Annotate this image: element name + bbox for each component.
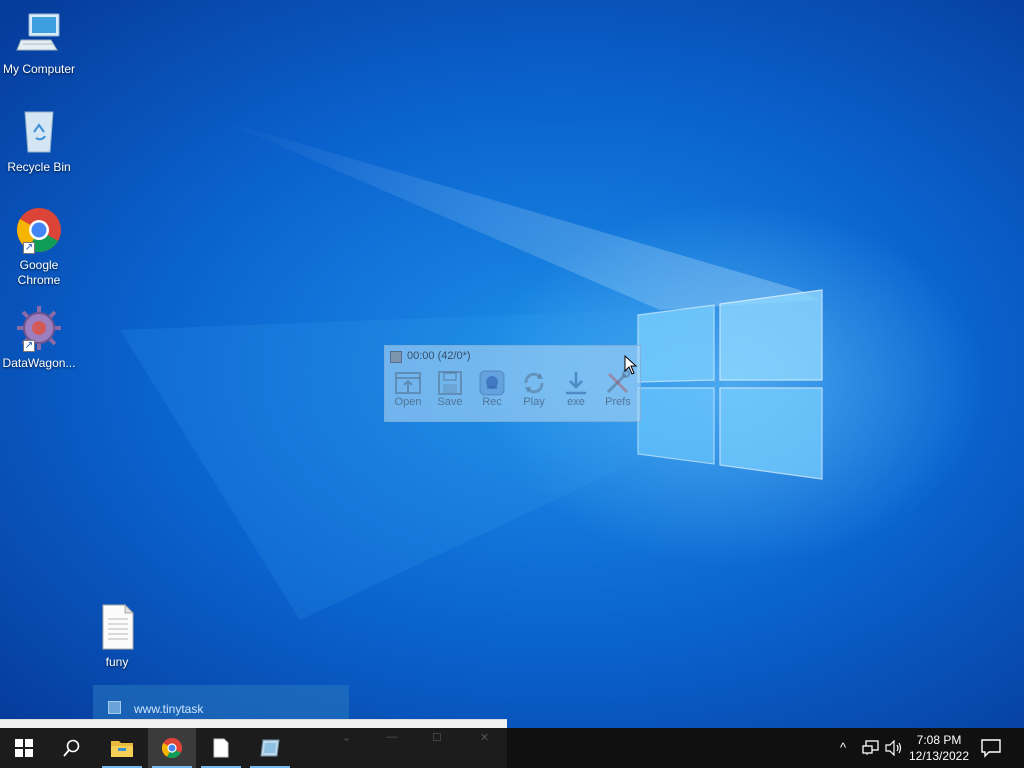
- chrome-icon: [161, 737, 183, 759]
- maximize-icon: ☐: [432, 732, 442, 744]
- desktop-icon-label: Google Chrome: [17, 258, 61, 287]
- desktop-icon-google-chrome[interactable]: ↗ Google Chrome: [0, 206, 78, 288]
- open-button[interactable]: Open: [387, 368, 429, 420]
- text-file-icon: [93, 603, 141, 651]
- shortcut-arrow-icon: ↗: [23, 340, 35, 352]
- taskbar-tinytask[interactable]: [246, 728, 294, 768]
- windows-start-icon: [15, 739, 33, 757]
- prefs-button[interactable]: Prefs: [597, 368, 639, 420]
- chevron-down-icon: ⌄: [342, 732, 352, 744]
- desktop[interactable]: My Computer Recycle Bin ↗ Google Chrome: [0, 0, 1024, 728]
- start-button[interactable]: [0, 728, 48, 768]
- window-edge-strip: [0, 719, 507, 728]
- open-label: Open: [394, 396, 422, 408]
- desktop-icon-recycle-bin[interactable]: Recycle Bin: [0, 108, 78, 175]
- save-icon: [438, 371, 462, 395]
- recycle-bin-icon: [15, 108, 63, 156]
- desktop-icon-label: My Computer: [2, 62, 76, 76]
- computer-icon: [15, 10, 63, 58]
- play-button[interactable]: Play: [513, 368, 555, 420]
- compile-exe-button[interactable]: exe: [555, 368, 597, 420]
- tinytask-app-icon: [390, 351, 402, 363]
- search-button[interactable]: [48, 728, 96, 768]
- open-icon: [395, 372, 421, 394]
- desktop-icon-label: Recycle Bin: [7, 160, 71, 174]
- preview-title: www.tinytask: [134, 702, 204, 716]
- system-clock[interactable]: 7:08 PM 12/13/2022: [906, 732, 972, 764]
- exe-label: exe: [567, 396, 585, 408]
- desktop-icon-label: DataWagon...: [2, 356, 76, 370]
- desktop-icon-datawagon[interactable]: ↗ DataWagon...: [0, 304, 78, 371]
- folder-icon: [111, 741, 133, 757]
- minimize-icon: —: [386, 731, 397, 743]
- prefs-label: Prefs: [605, 396, 631, 408]
- compile-exe-icon: [566, 372, 586, 395]
- action-center-icon[interactable]: [980, 738, 1002, 758]
- clock-date: 12/13/2022: [908, 749, 970, 763]
- search-icon: [63, 739, 80, 757]
- mouse-cursor-icon: [624, 355, 638, 375]
- network-icon[interactable]: [862, 740, 880, 756]
- tinytask-icon: [260, 739, 280, 757]
- save-button[interactable]: Save: [429, 368, 471, 420]
- volume-icon[interactable]: [885, 740, 903, 756]
- taskbar[interactable]: ⌄ — ☐ ✕ ^ 7:08 PM 12/13/2022: [0, 728, 1024, 768]
- show-hidden-icons-chevron-icon[interactable]: ^: [840, 740, 846, 755]
- taskbar-file-explorer[interactable]: [98, 728, 146, 768]
- play-label: Play: [523, 396, 545, 408]
- datawagon-gear-icon: ↗: [15, 304, 63, 352]
- tinytask-window[interactable]: 00:00 (42/0*) Open Save Rec Play exe Pre…: [384, 345, 641, 422]
- desktop-icon-label: funy: [105, 655, 129, 669]
- taskbar-notepad-file[interactable]: [197, 728, 245, 768]
- save-label: Save: [437, 396, 463, 408]
- tinytask-titlebar[interactable]: 00:00 (42/0*): [385, 346, 640, 368]
- windows-logo-wallpaper: [637, 289, 823, 480]
- record-label: Rec: [482, 396, 502, 408]
- clock-time: 7:08 PM: [916, 733, 962, 747]
- tinytask-preview-icon: [108, 701, 121, 714]
- desktop-icon-my-computer[interactable]: My Computer: [0, 10, 78, 77]
- record-icon: [479, 370, 505, 396]
- document-icon: [213, 738, 229, 758]
- shortcut-arrow-icon: ↗: [23, 242, 35, 254]
- play-icon: [524, 372, 544, 394]
- taskbar-google-chrome[interactable]: [148, 728, 196, 768]
- tinytask-status: 00:00 (42/0*): [407, 350, 471, 362]
- record-button[interactable]: Rec: [471, 368, 513, 420]
- desktop-icon-funy[interactable]: funy: [78, 603, 156, 670]
- close-icon: ✕: [480, 732, 490, 744]
- chrome-icon: ↗: [15, 206, 63, 254]
